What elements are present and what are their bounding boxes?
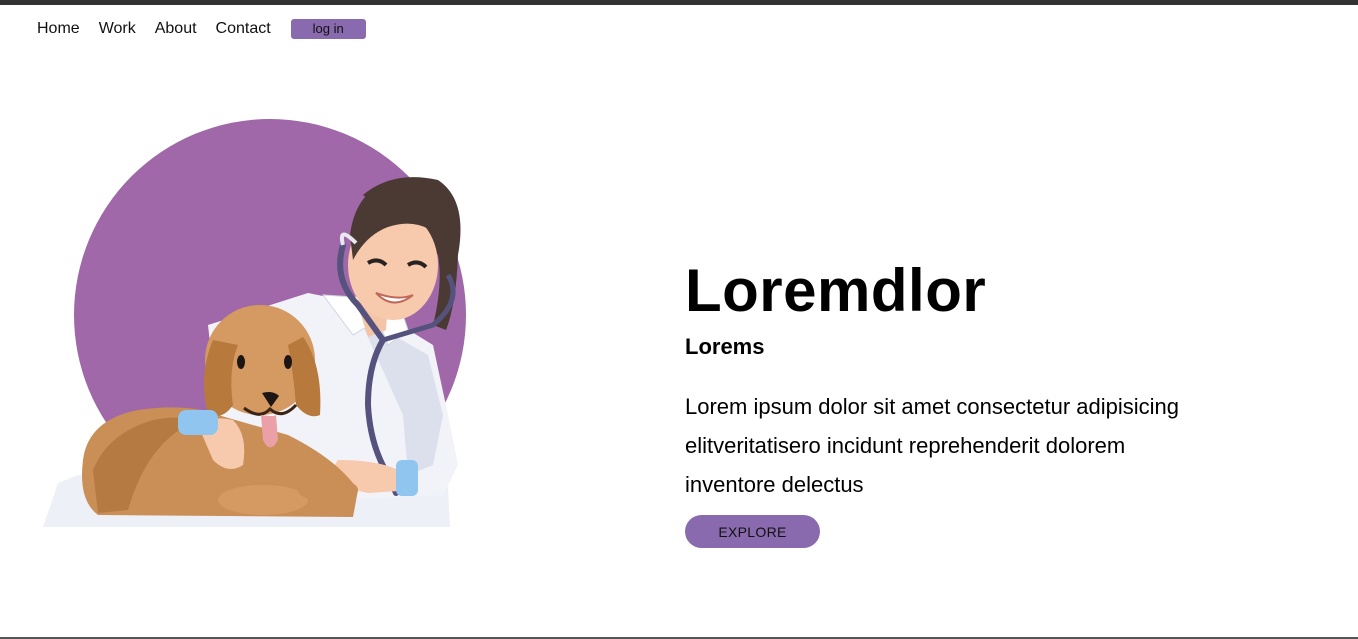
nav-link-work[interactable]: Work [99, 19, 136, 39]
hero-section: Loremdlor Lorems Lorem ipsum dolor sit a… [685, 255, 1245, 548]
hero-subtitle: Lorems [685, 334, 765, 359]
dog-paw-back [298, 478, 358, 502]
explore-button[interactable]: EXPLORE [685, 515, 820, 548]
hero-body: Lorem ipsum dolor sit amet consectetur a… [685, 394, 1180, 497]
nav-link-home[interactable]: Home [37, 19, 80, 39]
vet-cuff [396, 460, 418, 496]
nav-link-about[interactable]: About [155, 19, 197, 39]
nav-link-contact[interactable]: Contact [216, 19, 271, 39]
vet-sleeve-left [178, 410, 218, 435]
top-border [0, 0, 1358, 5]
dog-eye-right [284, 355, 292, 369]
dog-paw-front [218, 485, 308, 515]
hero-title: Loremdlor [685, 257, 987, 324]
dog-eye-left [237, 355, 245, 369]
main-nav: Home Work About Contact log in [37, 19, 366, 39]
login-button[interactable]: log in [290, 19, 366, 39]
vet-with-dog-illustration [43, 119, 466, 527]
